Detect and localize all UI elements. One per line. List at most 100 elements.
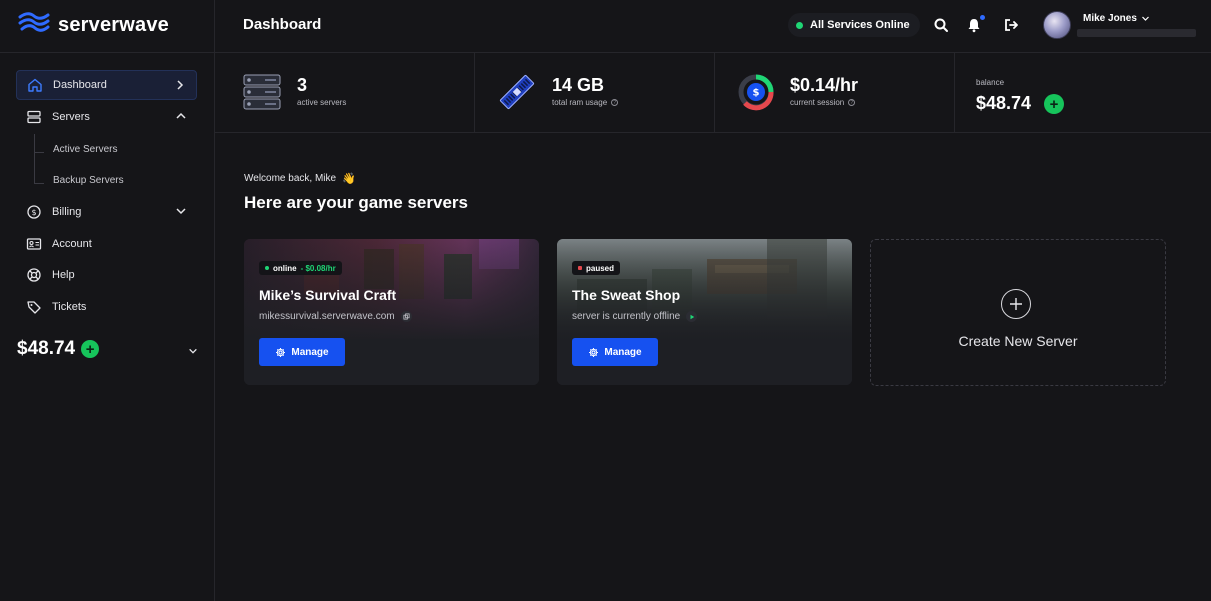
stat-label-text: balance (976, 78, 1005, 87)
status-badge[interactable]: All Services Online (788, 13, 920, 37)
help-icon[interactable]: ? (848, 99, 856, 106)
server-address-text: mikessurvival.serverwave.com (259, 311, 395, 322)
sidebar-subitem-active-servers[interactable]: Active Servers (53, 144, 117, 155)
help-icon[interactable]: ? (611, 99, 619, 106)
sidebar-item-label: Billing (52, 206, 82, 218)
id-card-icon (26, 236, 42, 252)
stat-label: total ram usage? (552, 98, 619, 107)
stat-balance: balance $48.74 + (955, 53, 1211, 133)
divider (0, 52, 215, 53)
wave-emoji-icon: 👋 (342, 172, 356, 185)
server-icon (26, 109, 42, 125)
logout-icon[interactable] (1003, 17, 1019, 33)
stat-value: $48.74 (976, 93, 1032, 113)
sidebar-item-billing[interactable]: $ Billing (16, 197, 197, 227)
tag-icon (26, 299, 42, 315)
stat-value: $0.14/hr (790, 75, 859, 95)
chevron-down-icon (176, 208, 186, 215)
stat-label-text: total ram usage (552, 98, 608, 107)
stat-active-servers: 3 active servers (215, 53, 475, 133)
ram-stick-icon (499, 74, 535, 110)
svg-text:$: $ (753, 88, 760, 99)
server-name: Mike’s Survival Craft (259, 287, 397, 303)
brand[interactable]: serverwave (18, 10, 169, 40)
stats-bar: 3 active servers 14 GB total ram usage? … (215, 53, 1211, 133)
svg-text:$: $ (31, 208, 36, 217)
plus-icon (1001, 289, 1031, 319)
chevron-up-icon (176, 112, 186, 119)
add-funds-button[interactable]: + (1044, 94, 1064, 114)
sidebar: serverwave Dashboard Servers Active Serv… (0, 0, 215, 601)
stat-label-text: active servers (297, 98, 347, 107)
status-text: paused (586, 263, 615, 273)
notification-dot (980, 15, 985, 20)
pause-icon (578, 266, 582, 270)
serverwave-logo-icon (18, 10, 50, 41)
submenu-line (34, 134, 35, 184)
stat-label: balance (976, 78, 1004, 87)
lifebuoy-icon (26, 267, 42, 283)
create-server-card[interactable]: Create New Server (870, 239, 1166, 386)
chevron-down-icon[interactable] (188, 346, 198, 356)
status-dot-icon (796, 21, 803, 29)
server-rack-icon (243, 74, 281, 110)
submenu-tick (34, 183, 44, 184)
brand-name: serverwave (58, 13, 169, 36)
stat-value: 14 GB (552, 75, 605, 95)
stat-ram-usage: 14 GB total ram usage? (475, 53, 715, 133)
section-title: Here are your game servers (244, 193, 468, 212)
sidebar-item-label: Servers (52, 111, 90, 123)
status-dot-icon (265, 266, 269, 270)
page-title: Dashboard (243, 16, 322, 33)
user-menu[interactable]: Mike Jones (1083, 13, 1150, 24)
stat-current-session: $ $0.14/hr current session? (715, 53, 955, 133)
chevron-right-icon (177, 80, 184, 90)
status-badge: online - $0.08/hr (259, 261, 342, 275)
server-status-text: server is currently offline (572, 311, 681, 322)
copy-icon[interactable] (400, 311, 412, 322)
server-address: server is currently offline (572, 311, 698, 322)
sidebar-balance-amount: $48.74 (17, 338, 76, 359)
avatar[interactable] (1043, 11, 1071, 39)
server-name: The Sweat Shop (572, 287, 681, 303)
gear-icon (589, 347, 599, 357)
server-card[interactable]: online - $0.08/hr Mike’s Survival Craft … (244, 239, 539, 385)
stat-label: active servers (297, 98, 346, 107)
create-server-label: Create New Server (958, 333, 1078, 349)
user-name: Mike Jones (1083, 13, 1137, 24)
chevron-down-icon (1141, 16, 1149, 21)
manage-button-label: Manage (291, 346, 329, 358)
top-header: Dashboard All Services Online Mike Jones (215, 0, 1211, 53)
sidebar-item-label: Help (52, 269, 75, 281)
gear-icon (276, 347, 286, 357)
sidebar-item-dashboard[interactable]: Dashboard (16, 70, 197, 100)
add-funds-button[interactable]: + (81, 340, 100, 358)
bell-icon[interactable] (966, 17, 982, 33)
rate-text: - $0.08/hr (300, 263, 336, 273)
search-icon[interactable] (933, 17, 949, 33)
sidebar-item-help[interactable]: Help (16, 260, 197, 290)
home-icon (27, 77, 43, 93)
server-card[interactable]: paused The Sweat Shop server is currentl… (557, 239, 852, 385)
dollar-icon: $ (26, 204, 42, 220)
sidebar-item-servers[interactable]: Servers (16, 102, 197, 132)
server-address: mikessurvival.serverwave.com (259, 311, 412, 322)
status-text: online (273, 263, 297, 273)
play-icon[interactable] (686, 311, 698, 322)
welcome-text: Welcome back, Mike 👋 (244, 172, 356, 185)
session-gauge-icon: $ (738, 74, 774, 111)
stat-value: 3 (297, 75, 308, 95)
sidebar-item-label: Tickets (52, 301, 87, 313)
manage-button[interactable]: Manage (572, 338, 658, 366)
sidebar-subitem-backup-servers[interactable]: Backup Servers (53, 175, 124, 186)
status-text: All Services Online (810, 19, 910, 31)
manage-button[interactable]: Manage (259, 338, 345, 366)
sidebar-item-label: Account (52, 238, 92, 250)
submenu-tick (34, 152, 44, 153)
sidebar-item-tickets[interactable]: Tickets (16, 292, 197, 322)
sidebar-item-label: Dashboard (53, 79, 107, 91)
stat-label-text: current session (790, 98, 845, 107)
sidebar-balance: $48.74 + (17, 338, 100, 360)
sidebar-item-account[interactable]: Account (16, 229, 197, 259)
welcome-message: Welcome back, Mike (244, 173, 337, 184)
